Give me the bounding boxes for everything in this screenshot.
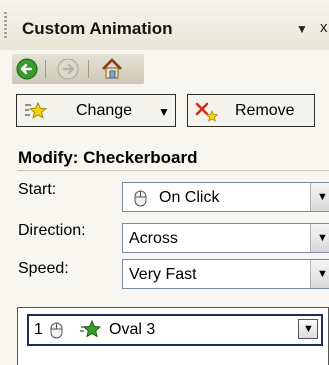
remove-effect-button[interactable]: Remove (187, 94, 315, 127)
direction-dropdown[interactable]: Across ▼ (122, 223, 329, 253)
chevron-down-icon: ▼ (317, 232, 328, 244)
chevron-down-icon: ▼ (303, 323, 314, 335)
home-button[interactable] (100, 57, 124, 81)
item-name: Oval 3 (109, 321, 156, 338)
back-arrow-icon (16, 58, 38, 80)
direction-value: Across (129, 230, 178, 247)
mouse-icon (50, 322, 63, 339)
entrance-star-icon (80, 319, 101, 338)
task-pane-nav (12, 54, 144, 84)
start-dropdown-button[interactable]: ▼ (310, 183, 329, 211)
change-effect-button[interactable]: Change ▼ (16, 94, 176, 127)
remove-effect-icon (195, 102, 219, 122)
chevron-down-icon: ▼ (317, 268, 328, 280)
list-item[interactable]: 1 Oval 3 ▼ (27, 314, 323, 346)
grip-handle[interactable] (4, 12, 7, 40)
pane-title: Custom Animation (22, 19, 173, 38)
chevron-down-icon: ▼ (158, 105, 170, 119)
speed-dropdown-button[interactable]: ▼ (310, 260, 329, 288)
section-divider (17, 170, 329, 171)
remove-label: Remove (235, 102, 295, 119)
animation-list[interactable]: 1 Oval 3 ▼ (17, 307, 329, 365)
star-effect-icon (25, 101, 47, 119)
speed-label: Speed: (18, 260, 69, 277)
start-value: On Click (159, 189, 220, 206)
chevron-down-icon: ▼ (317, 191, 328, 203)
forward-button[interactable] (56, 57, 80, 81)
pane-menu-button[interactable]: ▼ (296, 22, 308, 36)
pane-title-bar: Custom Animation ▼ x (0, 0, 329, 50)
start-label: Start: (18, 181, 57, 198)
custom-animation-pane: Custom Animation ▼ x Change ▼ Remove Mod… (0, 0, 329, 365)
mouse-icon (134, 190, 147, 207)
nav-separator (88, 60, 89, 78)
direction-dropdown-button[interactable]: ▼ (310, 224, 329, 252)
speed-dropdown[interactable]: Very Fast ▼ (122, 259, 329, 289)
direction-label: Direction: (18, 222, 86, 239)
nav-separator (45, 60, 46, 78)
speed-value: Very Fast (129, 266, 197, 283)
item-order-number: 1 (34, 321, 43, 338)
item-dropdown-button[interactable]: ▼ (298, 319, 318, 339)
home-icon (102, 58, 122, 79)
forward-arrow-icon (57, 58, 79, 80)
start-dropdown[interactable]: On Click ▼ (122, 182, 329, 212)
change-label: Change (76, 102, 133, 119)
modify-heading: Modify: Checkerboard (18, 148, 198, 167)
back-button[interactable] (15, 57, 39, 81)
pane-close-button[interactable]: x (320, 19, 328, 36)
